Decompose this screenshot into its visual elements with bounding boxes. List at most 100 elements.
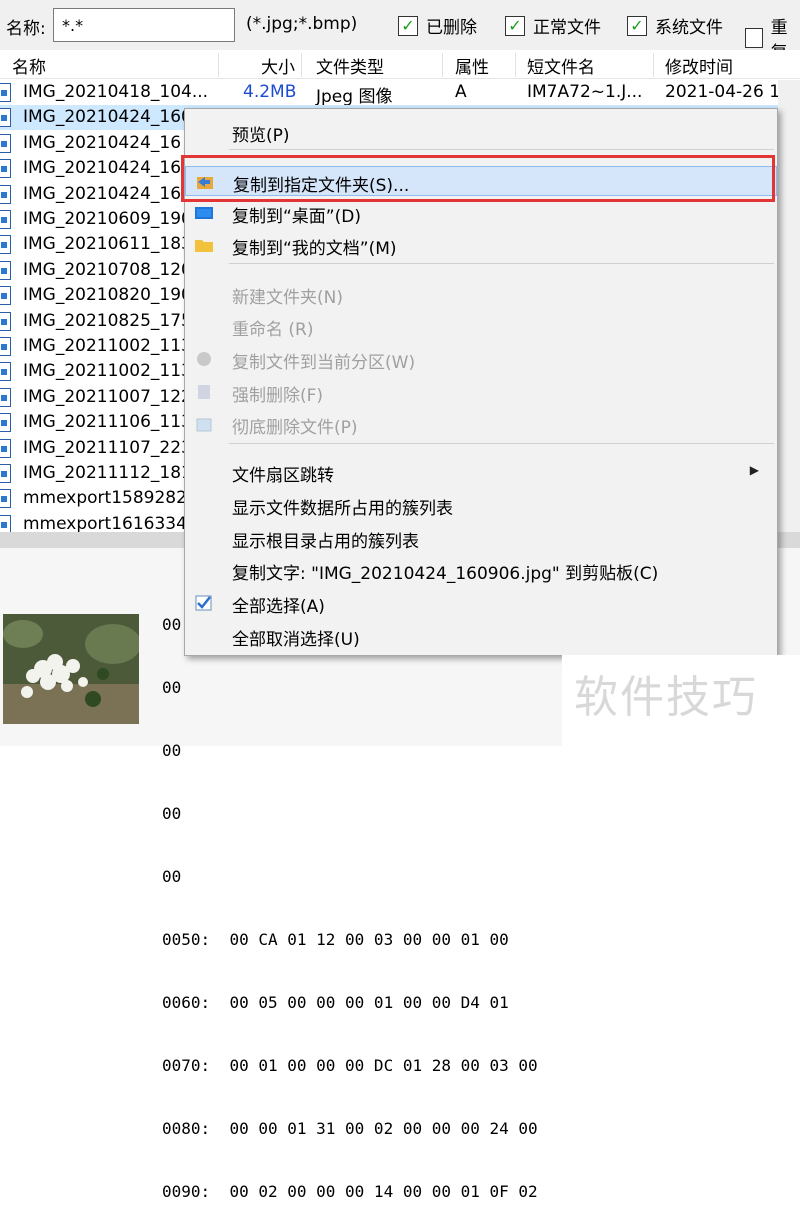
menu-item-label: 复制到指定文件夹(S)... [233,176,410,196]
menu-item-label: 文件扇区跳转 [232,466,334,486]
menu-item-label: 新建文件夹(N) [232,288,343,308]
vertical-scrollbar[interactable] [778,80,800,532]
hex-line: 0080: 00 00 01 31 00 02 00 00 00 24 00 [162,1118,538,1139]
column-size[interactable]: 大小 [222,53,302,78]
menu-item[interactable]: 重命名 (R) [185,311,777,341]
menu-item-label: 复制文字: "IMG_20210424_160906.jpg" 到剪贴板(C) [232,564,659,584]
jpeg-file-icon [0,464,11,483]
menu-item[interactable]: 复制到“桌面”(D) [185,198,777,228]
jpeg-file-icon [0,210,11,229]
menu-item[interactable]: 新建文件夹(N) [185,279,777,309]
hex-partial-line: 00 [162,804,182,823]
hex-partial-line: 00 [162,678,182,697]
menu-item-label: 显示根目录占用的簇列表 [232,532,419,552]
file-list-header: 名称 大小 文件类型 属性 短文件名 修改时间 [0,50,800,79]
hex-view: 00 00 00 00 00 0050: 00 CA 01 12 00 03 0… [162,572,538,1223]
jpeg-file-icon [0,514,11,532]
file-name: IMG_20210820_190 [23,285,192,306]
file-name: IMG_20210424_16 [23,183,182,204]
submenu-arrow-icon: ▶ [749,463,759,477]
hex-bytes: 00 01 00 00 00 DC 01 28 00 03 00 [229,1056,538,1075]
menu-item-label: 全部选择(A) [232,597,325,617]
hex-address: 0070: [162,1056,211,1075]
hex-line: 0070: 00 01 00 00 00 DC 01 28 00 03 00 [162,1055,538,1076]
jpeg-file-icon [0,337,11,356]
file-name: IMG_20211002_113 [23,361,192,382]
jpeg-file-icon [0,286,11,306]
menu-item[interactable]: 显示文件数据所占用的簇列表 [185,490,777,520]
menu-separator [229,443,774,444]
hex-address: 0060: [162,993,211,1012]
checkbox-system-label: 系统文件 [655,18,723,38]
menu-item-label: 重命名 (R) [232,320,314,340]
hex-line: 0060: 00 05 00 00 00 01 00 00 D4 01 [162,992,538,1013]
jpeg-file-icon [0,260,11,280]
filter-hint: (*.jpg;*.bmp) [246,14,358,34]
menu-separator [229,149,774,150]
hex-bytes: 00 05 00 00 00 01 00 00 D4 01 [229,993,509,1012]
menu-item[interactable]: 全部选择(A) [185,588,777,618]
file-name: IMG_20210424_16 [23,132,182,153]
menu-item[interactable]: 复制文件到当前分区(W) [185,344,777,374]
menu-item[interactable]: 彻底删除文件(P) [185,409,777,439]
file-name: IMG_20210825_175 [23,310,192,331]
menu-item[interactable]: 复制到指定文件夹(S)... [185,166,777,196]
file-name: IMG_20211007_122 [23,386,192,407]
check-icon: ✓ [505,15,525,36]
column-attr[interactable]: 属性 [455,53,516,78]
file-name: mmexport1589282 [23,488,187,509]
context-menu: 预览(P) 复制到指定文件夹(S)... 复制到“桌面”(D) 复制到“我的文档”(M… [184,108,778,656]
menu-item-label: 复制到“桌面”(D) [232,207,361,227]
menu-item[interactable]: 全部取消选择(U) [185,621,777,651]
file-name: IMG_20210424_160 [23,107,192,128]
copy-folder-icon [197,177,213,189]
file-name: IMG_20211106_113 [23,412,192,433]
menu-item-label: 显示文件数据所占用的簇列表 [232,499,453,519]
file-name: IMG_20210611_183 [23,234,192,255]
menu-item[interactable]: 文件扇区跳转 ▶ [185,457,777,487]
filter-name-input[interactable] [53,8,235,42]
column-mtime[interactable]: 修改时间 [665,53,800,78]
file-name: IMG_20211002_113 [23,336,192,356]
watermark: 软件技巧 [562,655,800,746]
menu-item[interactable]: 强制删除(F) [185,377,777,407]
hex-address: 0090: [162,1182,211,1201]
column-shortname[interactable]: 短文件名 [527,53,654,78]
jpeg-file-icon [0,235,11,255]
check-icon: ✓ [398,15,418,36]
menu-item-label: 彻底删除文件(P) [232,418,358,438]
check-icon: ✓ [627,15,647,36]
file-short: IM7A72~1.J... [527,82,643,102]
filter-bar: 名称: (*.jpg;*.bmp) ✓ 已删除 ✓ 正常文件 ✓ 系统文件 重复 [0,0,800,63]
column-name[interactable]: 名称 [12,53,219,78]
jpeg-file-icon [0,489,11,509]
jpeg-file-icon [0,311,11,331]
checkbox-empty-icon [745,28,763,48]
hex-address: 0080: [162,1119,211,1138]
checkbox-deleted[interactable]: ✓ 已删除 [398,13,477,38]
menu-item-label: 全部取消选择(U) [232,630,360,650]
jpeg-file-icon [0,83,11,102]
hex-partial-line: 00 [162,867,182,886]
menu-item-label: 预览(P) [232,126,290,146]
file-name: IMG_20210609_190 [23,209,192,229]
menu-item[interactable]: 复制到“我的文档”(M) [185,230,777,260]
hex-line: 0090: 00 02 00 00 00 14 00 00 01 0F 02 [162,1181,538,1202]
column-type[interactable]: 文件类型 [316,53,443,78]
checkbox-normal[interactable]: ✓ 正常文件 [505,13,601,38]
hex-bytes: 00 02 00 00 00 14 00 00 01 0F 02 [229,1182,538,1201]
delete-icon [198,385,210,399]
file-name: IMG_20210708_120 [23,259,192,280]
file-attr: A [455,82,467,102]
table-row[interactable]: IMG_20210418_104... 4.2MB Jpeg 图像 A IM7A72~1… [0,80,800,107]
file-name: IMG_20211112_181 [23,463,192,483]
hex-bytes: 00 CA 01 12 00 03 00 00 01 00 [229,930,509,949]
folder-icon [195,240,213,252]
menu-item[interactable]: 复制文字: "IMG_20210424_160906.jpg" 到剪贴板(C) [185,555,777,585]
file-size: 4.2MB [243,82,297,102]
menu-item[interactable]: 显示根目录占用的簇列表 [185,523,777,553]
checkbox-system[interactable]: ✓ 系统文件 [627,13,723,38]
file-type: Jpeg 图像 [316,87,393,107]
partition-icon [197,352,211,366]
menu-item[interactable]: 预览(P) [185,117,777,147]
